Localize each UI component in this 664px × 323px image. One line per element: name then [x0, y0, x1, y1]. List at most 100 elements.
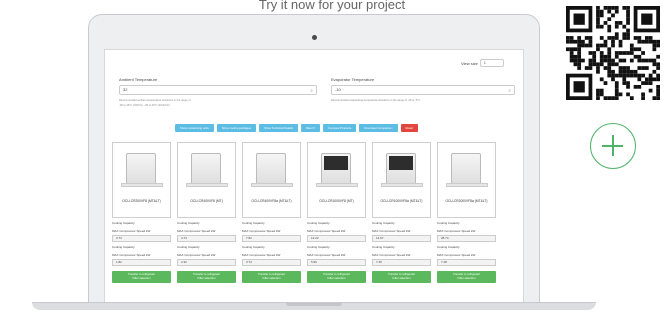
qr-module	[614, 62, 619, 67]
qr-module	[614, 54, 619, 59]
ambient-input[interactable]: 32 ⌕	[119, 85, 317, 95]
show-technical-details-button[interactable]: Show Technical Details	[259, 124, 298, 132]
transfer-button[interactable]: Transfer to refrigerant Filter selection	[437, 271, 496, 284]
action-buttons: Show condensing units Show cooling packa…	[175, 124, 418, 132]
qr-module	[644, 58, 649, 63]
reset-button[interactable]: Reset	[400, 124, 418, 132]
ambient-hint-1: Recommended ambient temperature should b…	[119, 99, 191, 102]
qr-module	[599, 24, 604, 29]
spec-label: MAX Compressor Speed kW	[437, 253, 476, 257]
unit-icon	[256, 153, 286, 185]
spec-label: MAX Compressor Speed kW	[177, 253, 216, 257]
product-image[interactable]: OCU-CR400VF8a (MT&LT)	[242, 142, 301, 218]
transfer-button[interactable]: Transfer to refrigerant Filter selection	[242, 271, 301, 284]
qr-module	[611, 39, 615, 44]
qr-module	[596, 66, 600, 70]
qr-module	[644, 66, 649, 70]
download-comparison-button[interactable]: Download Comparison	[359, 124, 398, 132]
product-image[interactable]: OCU-CR1000VF8a (MT&LT)	[372, 142, 431, 218]
qr-module	[592, 58, 597, 63]
qr-module	[644, 77, 649, 82]
product-image[interactable]: OCU-CR200VF8 (MT&LT)	[112, 142, 171, 218]
qr-module	[611, 62, 615, 67]
qr-module	[629, 73, 634, 78]
product-name: OCU-CR2000VF8a (MT&LT)	[445, 199, 488, 203]
spec-value: 3.74	[242, 259, 301, 267]
view-size-select[interactable]: 1	[479, 59, 504, 67]
qr-module	[641, 96, 645, 100]
qr-module	[641, 39, 645, 44]
qr-module	[611, 36, 615, 40]
product-card[interactable]: OCU-CR200VF8 (MT&LT) Cooling Capacity MAX …	[112, 142, 171, 284]
unit-icon	[451, 153, 481, 185]
qr-module	[599, 13, 604, 18]
qr-module	[599, 54, 604, 59]
qr-module	[603, 21, 608, 25]
qr-module	[607, 24, 612, 29]
qr-module	[603, 58, 608, 63]
qr-module	[618, 69, 623, 74]
product-card[interactable]: OCU-CR1000VF8 (MT) Cooling Capacity MAX Co…	[307, 142, 366, 284]
plus-icon[interactable]	[590, 123, 636, 169]
transfer-button[interactable]: Transfer to refrigerant Filter selection	[372, 271, 431, 284]
qr-module	[656, 39, 660, 44]
qr-module	[656, 84, 660, 89]
evaporator-input[interactable]: -10 ⌕	[331, 85, 515, 95]
qr-module	[569, 58, 574, 63]
qr-module	[626, 36, 630, 40]
product-card[interactable]: OCU-CR1000VF8a (MT&LT) Cooling Capacity MA…	[372, 142, 431, 284]
qr-module	[611, 69, 615, 74]
qr-module	[569, 47, 574, 52]
qr-module	[599, 9, 604, 14]
show-cooling-packages-button[interactable]: Show cooling packages	[216, 124, 257, 132]
spec-label: MAX Compressor Speed kW	[307, 253, 346, 257]
qr-module	[611, 43, 615, 48]
qr-module	[614, 88, 619, 93]
product-cards: OCU-CR200VF8 (MT&LT) Cooling Capacity MAX …	[112, 142, 496, 284]
qr-module	[588, 66, 593, 70]
qr-module	[599, 43, 604, 48]
transfer-button[interactable]: Transfer to refrigerant Filter selection	[307, 271, 366, 284]
view-size-label: View size	[461, 60, 478, 66]
qr-module	[614, 73, 619, 78]
qr-module	[596, 17, 600, 22]
product-card[interactable]: OCU-CR400VF8a (MT&LT) Cooling Capacity MAX…	[242, 142, 301, 284]
qr-module	[629, 43, 634, 48]
unit-base-icon	[186, 183, 228, 187]
qr-module	[599, 88, 604, 93]
product-image[interactable]: OCU-CR400VF8 (MT)	[177, 142, 236, 218]
spec-label: MAX Compressor Speed kW	[372, 253, 411, 257]
qr-module	[652, 47, 657, 52]
product-card[interactable]: OCU-CR400VF8 (MT) Cooling Capacity MAX Com…	[177, 142, 236, 284]
compare-products-button[interactable]: Compare Products	[322, 124, 357, 132]
show-condensing-units-button[interactable]: Show condensing units	[175, 124, 214, 132]
rate-button[interactable]: Rate It!	[300, 124, 320, 132]
qr-module	[652, 39, 657, 44]
qr-module	[633, 73, 638, 78]
qr-module	[599, 77, 604, 82]
laptop-screen: View size 1 Ambient Temperature 32 ⌕ Rec…	[104, 49, 524, 305]
qr-module	[633, 36, 638, 40]
qr-module	[637, 66, 642, 70]
transfer-button[interactable]: Transfer to refrigerant Filter selection	[177, 271, 236, 284]
filter-label: Filter selection	[132, 275, 151, 280]
qr-module	[614, 24, 619, 29]
qr-module	[644, 36, 649, 40]
qr-module	[607, 17, 612, 22]
qr-module	[656, 62, 660, 67]
qr-module	[577, 58, 582, 63]
qr-module	[581, 43, 585, 48]
product-image[interactable]: OCU-CR2000VF8a (MT&LT)	[437, 142, 496, 218]
spec-label: Cooling Capacity	[307, 222, 330, 225]
camera-icon	[312, 35, 317, 40]
qr-module	[596, 21, 600, 25]
product-card[interactable]: OCU-CR2000VF8a (MT&LT) Cooling Capacity MA…	[437, 142, 496, 284]
qr-module	[637, 73, 642, 78]
view-size: View size 1	[461, 59, 504, 67]
qr-module	[577, 43, 582, 48]
qr-module	[569, 54, 574, 59]
qr-module	[629, 69, 634, 74]
qr-module	[626, 66, 630, 70]
product-image[interactable]: OCU-CR1000VF8 (MT)	[307, 142, 366, 218]
transfer-button[interactable]: Transfer to refrigerant Filter selection	[112, 271, 171, 284]
